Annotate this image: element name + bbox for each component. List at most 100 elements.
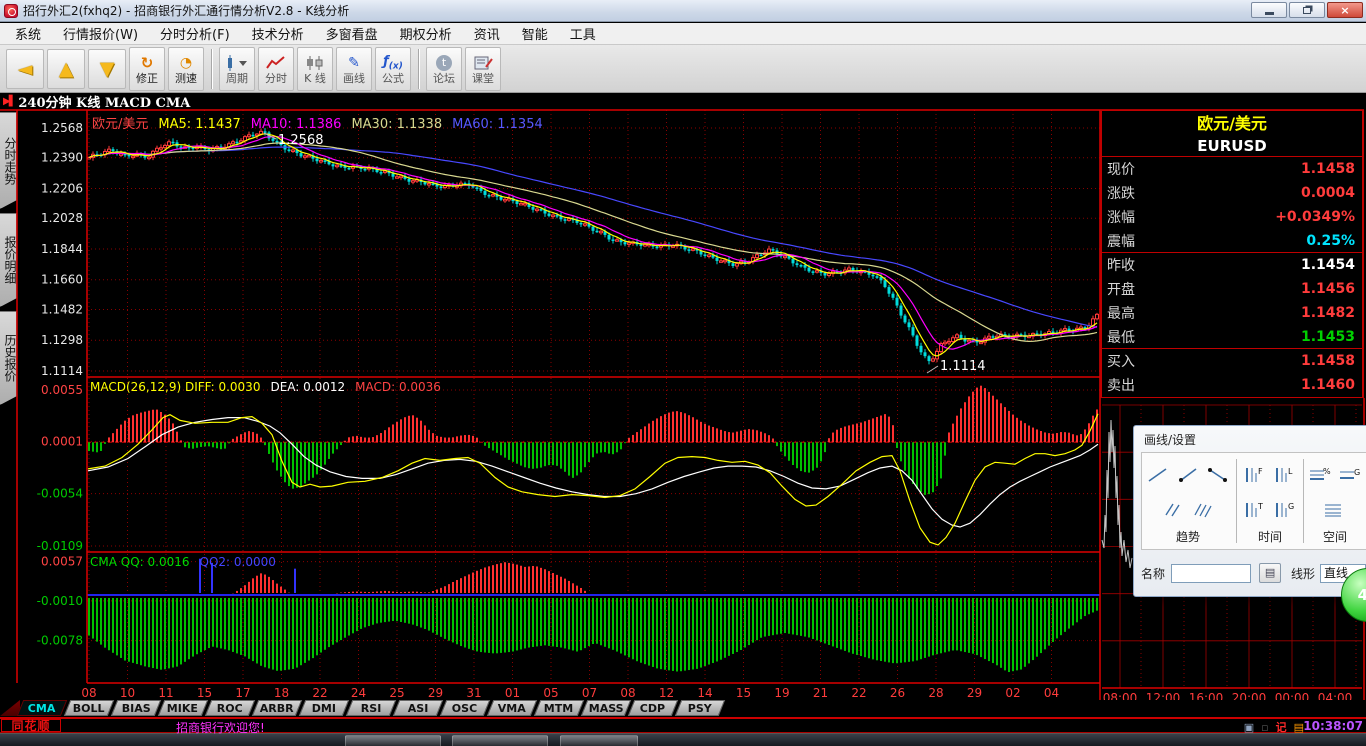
formula-label: 公式 bbox=[382, 71, 404, 85]
menu-item-7[interactable]: 智能 bbox=[511, 22, 559, 45]
minimize-button[interactable] bbox=[1251, 2, 1287, 18]
formula-button[interactable]: ƒ(x) 公式 bbox=[375, 46, 411, 91]
quote-row-value: +0.0349% bbox=[1275, 209, 1355, 225]
screen-icon[interactable]: ▫ bbox=[1261, 716, 1268, 735]
indicator-tab-roc[interactable]: ROC bbox=[204, 700, 256, 716]
taskbar-app-button-2[interactable] bbox=[560, 735, 638, 746]
menu-item-4[interactable]: 多窗看盘 bbox=[315, 22, 389, 45]
quote-row-value: 1.1453 bbox=[1300, 328, 1355, 345]
draw-group-label: 趋势 bbox=[1175, 530, 1200, 544]
svg-text:08: 08 bbox=[81, 686, 96, 700]
close-icon: × bbox=[1340, 3, 1350, 17]
legend-entry: CMA QQ: 0.0016 bbox=[90, 555, 190, 569]
indicator-tab-arbr[interactable]: ARBR bbox=[251, 700, 303, 716]
trend-endpoints-icon[interactable] bbox=[1205, 463, 1231, 487]
back-button[interactable]: ◄ bbox=[6, 48, 44, 89]
indicator-tab-osc[interactable]: OSC bbox=[439, 700, 491, 716]
taskbar-app-button-1[interactable] bbox=[452, 735, 548, 746]
indicator-tab-cma[interactable]: CMA bbox=[16, 700, 68, 716]
svg-text:01: 01 bbox=[505, 686, 520, 700]
quote-row-1: 涨跌 0.0004 bbox=[1102, 181, 1362, 205]
svg-text:-0.0054: -0.0054 bbox=[37, 487, 83, 501]
time-f-icon[interactable]: F bbox=[1242, 463, 1268, 487]
classroom-button[interactable]: 课堂 bbox=[465, 46, 501, 91]
menu-item-5[interactable]: 期权分析 bbox=[389, 22, 463, 45]
draw-group-2: % G 空间 bbox=[1306, 453, 1364, 549]
indicator-tab-vma[interactable]: VMA bbox=[486, 700, 538, 716]
list-button[interactable]: ▤ bbox=[1259, 563, 1282, 583]
legend-entry: QQ2: 0.0000 bbox=[199, 555, 276, 569]
indicator-tab-boll[interactable]: BOLL bbox=[63, 700, 115, 716]
forum-button[interactable]: t 论坛 bbox=[426, 46, 462, 91]
quote-row-4: 昨收 1.1454 bbox=[1102, 253, 1362, 277]
draw-line-button[interactable]: ✎ 画线 bbox=[336, 46, 372, 91]
space-g-icon[interactable]: G bbox=[1337, 463, 1363, 487]
svg-text:08: 08 bbox=[620, 686, 635, 700]
draw-group-0: 趋势 bbox=[1142, 453, 1234, 549]
svg-text:22: 22 bbox=[312, 686, 327, 700]
svg-text:07: 07 bbox=[582, 686, 597, 700]
close-button[interactable]: × bbox=[1327, 2, 1363, 18]
restore-button[interactable] bbox=[1289, 2, 1325, 18]
svg-text:25: 25 bbox=[389, 686, 404, 700]
quote-rows: 现价 1.1458 涨跌 0.0004 涨幅 +0.0349% 震幅 0.25% 昨收 1.145… bbox=[1102, 157, 1362, 397]
svg-text:G: G bbox=[1354, 468, 1360, 477]
taskbar-app-button-0[interactable] bbox=[345, 735, 441, 746]
indicator-tab-rsi[interactable]: RSI bbox=[345, 700, 397, 716]
trend-ray-icon[interactable] bbox=[1175, 463, 1201, 487]
parallel-3-lines-icon[interactable] bbox=[1190, 498, 1216, 522]
svg-text:22: 22 bbox=[851, 686, 866, 700]
menu-item-8[interactable]: 工具 bbox=[559, 22, 607, 45]
menu-item-2[interactable]: 分时分析(F) bbox=[149, 22, 241, 45]
revise-button[interactable]: ↻ 修正 bbox=[129, 46, 165, 91]
legend-entry: MACD: 0.0036 bbox=[355, 380, 441, 394]
down-button[interactable]: ▼ bbox=[88, 48, 126, 89]
svg-text:29: 29 bbox=[428, 686, 443, 700]
trend-segment-icon[interactable] bbox=[1145, 463, 1171, 487]
menu-bar: 系统 行情报价(W) 分时分析(F) 技术分析 多窗看盘 期权分析 资讯 智能 工具 bbox=[0, 23, 1366, 45]
indicator-tab-psy[interactable]: PSY bbox=[674, 700, 726, 716]
status-icons: ▣ ▫ 记 ▤ bbox=[1244, 716, 1304, 735]
indicator-tab-label: MASS bbox=[588, 701, 624, 715]
notes-icon[interactable]: 记 bbox=[1276, 716, 1287, 735]
parallel-2-lines-icon[interactable] bbox=[1160, 498, 1186, 522]
svg-text:G: G bbox=[1288, 502, 1294, 511]
menu-item-1[interactable]: 行情报价(W) bbox=[52, 22, 149, 45]
menu-item-0[interactable]: 系统 bbox=[4, 22, 52, 45]
svg-text:0.0057: 0.0057 bbox=[41, 555, 83, 569]
space-percent-icon[interactable]: % bbox=[1307, 463, 1333, 487]
indicator-tab-cdp[interactable]: CDP bbox=[627, 700, 679, 716]
draw-group-label: 空间 bbox=[1322, 530, 1347, 544]
menu-item-3[interactable]: 技术分析 bbox=[241, 22, 315, 45]
indicator-tab-bias[interactable]: BIAS bbox=[110, 700, 162, 716]
svg-text:26: 26 bbox=[890, 686, 905, 700]
indicator-tab-dmi[interactable]: DMI bbox=[298, 700, 350, 716]
space-lines-icon[interactable] bbox=[1322, 498, 1348, 522]
macd-legend: MACD(26,12,9) DIFF: 0.0030 DEA: 0.0012 MAC… bbox=[90, 380, 451, 394]
draw-line-settings-panel[interactable]: 画线/设置 趋势 F L T G 时间% G 空间 名称 ▤ 线形 直线 bbox=[1133, 425, 1366, 597]
quote-row-value: 1.1460 bbox=[1300, 377, 1355, 393]
draw-group-icons: F L T G bbox=[1239, 459, 1301, 526]
time-l-icon[interactable]: L bbox=[1272, 463, 1298, 487]
svg-text:F: F bbox=[1258, 467, 1263, 476]
legend-entry: MA60: 1.1354 bbox=[452, 117, 543, 132]
legend-entry: DEA: 0.0012 bbox=[270, 380, 346, 394]
kline-button[interactable]: K 线 bbox=[297, 46, 333, 91]
time-g-icon[interactable]: G bbox=[1272, 498, 1298, 522]
time-t-icon[interactable]: T bbox=[1242, 498, 1268, 522]
indicator-tab-mike[interactable]: MIKE bbox=[157, 700, 209, 716]
monitor-icon[interactable]: ▣ bbox=[1244, 716, 1254, 735]
name-input[interactable] bbox=[1171, 563, 1252, 583]
quote-row-label: 买入 bbox=[1107, 354, 1135, 370]
indicator-tab-mtm[interactable]: MTM bbox=[533, 700, 585, 716]
indicator-tab-mass[interactable]: MASS bbox=[580, 700, 632, 716]
indicator-tab-asi[interactable]: ASI bbox=[392, 700, 444, 716]
svg-text:1.2568: 1.2568 bbox=[41, 121, 83, 135]
intraday-button[interactable]: 分时 bbox=[258, 46, 294, 91]
quote-panel: 欧元/美元 EURUSD 现价 1.1458 涨跌 0.0004 涨幅 +0.0349% 震… bbox=[1100, 110, 1364, 398]
up-button[interactable]: ▲ bbox=[47, 48, 85, 89]
indicator-tab-label: RSI bbox=[360, 701, 382, 715]
speed-test-button[interactable]: ◔ 测速 bbox=[168, 46, 204, 91]
menu-item-6[interactable]: 资讯 bbox=[463, 22, 511, 45]
period-button[interactable]: 周期 bbox=[219, 46, 255, 91]
